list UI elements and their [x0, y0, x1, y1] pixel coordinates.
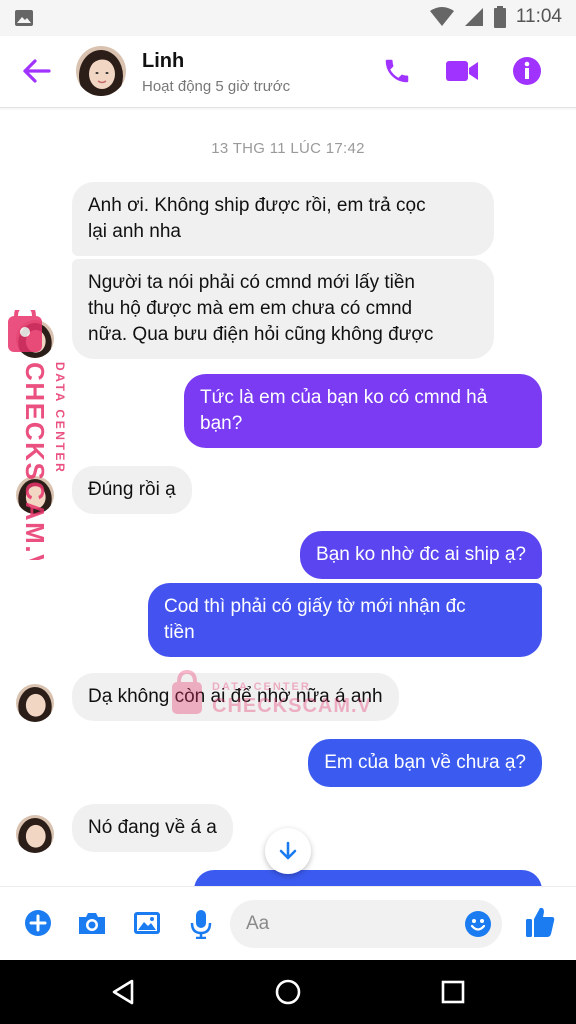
outgoing-message[interactable]: Em của bạn về chưa ạ?: [308, 739, 542, 787]
scroll-to-bottom-button[interactable]: [265, 828, 311, 874]
message-line: thu hộ được mà em em chưa có cmnd: [88, 298, 413, 319]
camera-icon[interactable]: [76, 909, 108, 937]
contact-mini-avatar: [16, 815, 54, 853]
battery-icon: [493, 6, 506, 28]
thumbs-up-icon[interactable]: [524, 905, 556, 939]
incoming-message[interactable]: Đúng rồi ạ: [72, 466, 192, 514]
gallery-icon[interactable]: [132, 909, 162, 937]
watermark-line2: CHECKSCAM.VN: [20, 362, 50, 560]
back-arrow-icon[interactable]: [22, 58, 52, 84]
message-input[interactable]: Aa: [230, 900, 502, 948]
message-line: nữa. Qua bưu điện hỏi cũng không được: [88, 324, 434, 345]
watermark-center-line2: CHECKSCAM.VN: [212, 695, 370, 717]
phone-call-icon[interactable]: [382, 56, 412, 86]
wifi-icon: [429, 7, 454, 26]
add-icon[interactable]: [24, 909, 52, 937]
watermark-line1: DATA CENTER: [53, 362, 66, 474]
android-nav-bar: [0, 960, 576, 1024]
message-line: Anh ơi. Không ship được rồi, em trả cọc: [88, 195, 426, 216]
status-bar: 11:04: [0, 0, 576, 36]
checkscam-watermark-center: DATA CENTER CHECKSCAM.VN: [172, 670, 370, 717]
nav-back-icon[interactable]: [110, 978, 136, 1006]
outgoing-message[interactable]: Cod thì phải có giấy tờ mới nhận đc tiền: [148, 583, 542, 657]
watermark-center-line1: DATA CENTER: [212, 681, 311, 693]
message-input-placeholder: Aa: [246, 913, 270, 934]
cell-signal-icon: [464, 8, 483, 26]
clock: 11:04: [515, 6, 562, 27]
contact-mini-avatar: [16, 684, 54, 722]
message-line: Bạn ko nhờ đc ai ship ạ?: [316, 544, 526, 565]
conversation-timestamp: 13 THG 11 LÚC 17:42: [211, 140, 365, 157]
message-line: Em của bạn về chưa ạ?: [324, 752, 526, 773]
microphone-icon[interactable]: [190, 909, 212, 939]
contact-avatar[interactable]: [76, 46, 126, 96]
message-line: Đúng rồi ạ: [88, 479, 176, 500]
incoming-message[interactable]: Người ta nói phải có cmnd mới lấy tiền t…: [72, 259, 494, 359]
message-line: lại anh nha: [88, 221, 181, 242]
message-line: Cod thì phải có giấy tờ mới nhận đc: [164, 596, 466, 617]
activity-status: Hoạt động 5 giờ trước: [142, 78, 291, 95]
info-icon[interactable]: [512, 56, 542, 86]
arrow-down-icon: [279, 841, 297, 860]
message-line: Nó đang về á a: [88, 817, 217, 838]
gallery-notification-icon: [15, 10, 33, 26]
nav-recents-icon[interactable]: [440, 978, 466, 1006]
message-composer: Aa: [0, 886, 576, 960]
emoji-icon[interactable]: [464, 910, 492, 938]
message-line: tiền: [164, 622, 195, 643]
contact-name: Linh: [142, 50, 185, 72]
nav-home-icon[interactable]: [274, 978, 302, 1006]
message-line: Tức là em của bạn ko có cmnd hả: [200, 387, 488, 408]
video-call-icon[interactable]: [444, 56, 480, 86]
checkscam-watermark-logo: DATA CENTER CHECKSCAM.VN: [8, 310, 66, 560]
outgoing-message[interactable]: Bạn ko nhờ đc ai ship ạ?: [300, 531, 542, 579]
incoming-message[interactable]: Nó đang về á a: [72, 804, 233, 852]
message-line: Người ta nói phải có cmnd mới lấy tiền: [88, 272, 415, 293]
outgoing-message[interactable]: Tức là em của bạn ko có cmnd hả bạn?: [184, 374, 542, 448]
incoming-message[interactable]: Anh ơi. Không ship được rồi, em trả cọc …: [72, 182, 494, 256]
message-line: bạn?: [200, 413, 243, 434]
chat-header: Linh Hoạt động 5 giờ trước: [0, 36, 576, 108]
